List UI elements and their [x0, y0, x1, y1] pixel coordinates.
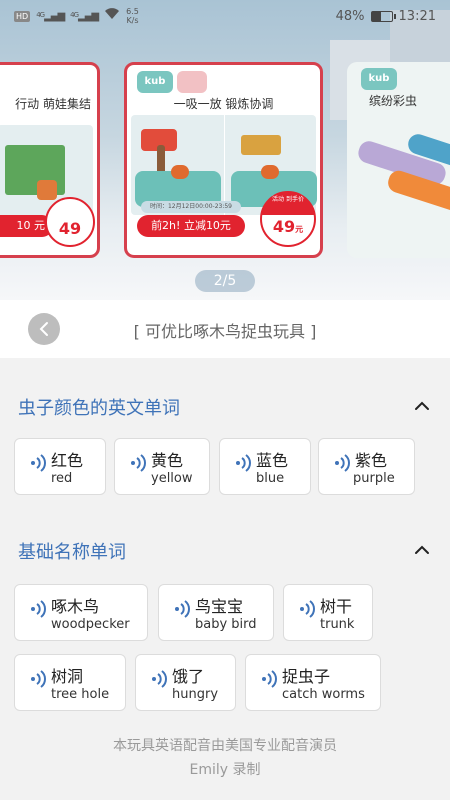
word-english: tree hole — [51, 687, 110, 702]
status-left: HD 4G▂▄▆ 4G▂▄▆ 6.5 K/s — [14, 7, 139, 25]
hammer-toy — [37, 180, 57, 200]
banner-card-main[interactable]: kub 一吸一放 锻炼协调 时间：12月12日00:00-23:59 前2h! … — [124, 62, 323, 258]
word-chip[interactable]: 树干 trunk — [283, 584, 373, 641]
word-english: blue — [256, 471, 285, 486]
word-english: red — [51, 471, 73, 486]
signal-icon: 4G▂▄▆ — [36, 10, 65, 22]
banner-card-cta[interactable]: 前2h! 立减10元 — [137, 215, 245, 237]
sound-wave-icon — [335, 454, 350, 472]
section-title: 虫子颜色的英文单词 — [18, 398, 180, 419]
battery-fill — [371, 11, 382, 21]
price-badge: 活动 到手价 49元 — [260, 191, 316, 247]
credits-footer: 本玩具英语配音由美国专业配音演员 Emily 录制 — [0, 734, 450, 782]
word-chinese: 树洞 — [51, 667, 84, 686]
word-chinese: 树干 — [320, 597, 353, 616]
word-english: purple — [353, 471, 395, 486]
bird-toy — [261, 165, 279, 179]
sound-wave-icon — [31, 600, 46, 618]
banner-card-right[interactable]: kub 缤纷彩虫 — [347, 62, 450, 258]
word-chip[interactable]: 鸟宝宝 baby bird — [158, 584, 274, 641]
credits-line: 本玩具英语配音由美国专业配音演员 — [113, 738, 337, 754]
banner-card-title: 一吸一放 锻炼协调 — [173, 97, 274, 111]
sound-wave-icon — [31, 670, 46, 688]
word-chip[interactable]: 饿了 hungry — [135, 654, 236, 711]
credits-line: Emily 录制 — [189, 762, 261, 778]
wifi-icon — [104, 8, 120, 24]
word-chinese: 蓝色 — [256, 451, 289, 470]
brand-logo: kub — [361, 68, 397, 90]
section-title: 基础名称单词 — [18, 542, 126, 563]
word-chinese: 鸟宝宝 — [195, 597, 244, 616]
carousel-pager: 2/5 — [195, 270, 255, 292]
sound-wave-icon — [236, 454, 251, 472]
price-badge: 49 — [45, 197, 95, 247]
status-right: 48% 13:21 — [336, 9, 436, 24]
signal-icon: 4G▂▄▆ — [70, 10, 99, 22]
word-chinese: 黄色 — [151, 451, 184, 470]
status-bar: HD 4G▂▄▆ 4G▂▄▆ 6.5 K/s 48% 13:21 — [0, 0, 450, 32]
sound-wave-icon — [262, 670, 277, 688]
banner-card-title: 缤纷彩虫 — [369, 94, 418, 108]
word-english: woodpecker — [51, 617, 130, 632]
price-value: 49 — [58, 219, 82, 238]
sound-wave-icon — [175, 600, 190, 618]
brand-logo: kub — [137, 71, 173, 93]
word-chinese: 紫色 — [355, 451, 388, 470]
clock: 13:21 — [398, 8, 436, 24]
chevron-up-icon[interactable] — [414, 398, 430, 414]
section-header-basic[interactable]: 基础名称单词 — [18, 538, 438, 568]
banner-card-left[interactable]: 行动 萌娃集结 10 元 49 — [0, 62, 100, 258]
network-speed: 6.5 K/s — [126, 7, 139, 25]
word-chinese: 红色 — [51, 451, 84, 470]
price-number: 49 — [272, 217, 296, 236]
sound-wave-icon — [131, 454, 146, 472]
battery-icon — [370, 10, 396, 22]
word-english: yellow — [151, 471, 193, 486]
bird-toy — [171, 165, 189, 179]
event-time: 时间：12月12日00:00-23:59 — [141, 201, 241, 213]
banner-card-title: 行动 萌娃集结 — [15, 97, 91, 111]
hd-icon: HD — [14, 10, 31, 22]
speed-value: 6.5 — [126, 7, 139, 16]
word-chinese: 啄木鸟 — [51, 597, 100, 616]
page-title: [ 可优比啄木鸟捉虫玩具 ] — [133, 322, 317, 341]
woodpecker-toy — [241, 135, 281, 155]
battery-percent: 48% — [335, 8, 365, 24]
word-chinese: 饿了 — [172, 667, 205, 686]
partner-logo — [177, 71, 207, 93]
price-unit: 元 — [295, 225, 304, 234]
word-chip[interactable]: 蓝色 blue — [219, 438, 311, 495]
price-value: 49元 — [262, 217, 314, 236]
section-header-colors[interactable]: 虫子颜色的英文单词 — [18, 394, 438, 424]
title-bar: [ 可优比啄木鸟捉虫玩具 ] — [0, 300, 450, 358]
word-chip[interactable]: 树洞 tree hole — [14, 654, 126, 711]
word-chinese: 捉虫子 — [282, 667, 331, 686]
word-english: hungry — [172, 687, 219, 702]
speed-unit: K/s — [126, 16, 139, 25]
banner-carousel[interactable]: 行动 萌娃集结 10 元 49 kub 一吸一放 锻炼协调 时间：12月12日0… — [0, 0, 450, 300]
network-type: 4G — [70, 10, 79, 19]
word-english: baby bird — [195, 617, 257, 632]
network-type: 4G — [36, 10, 45, 19]
sound-wave-icon — [300, 600, 315, 618]
word-english: catch worms — [282, 687, 365, 702]
word-chip[interactable]: 红色 red — [14, 438, 106, 495]
chevron-up-icon[interactable] — [414, 542, 430, 558]
word-chip[interactable]: 紫色 purple — [318, 438, 415, 495]
sound-wave-icon — [152, 670, 167, 688]
word-chip[interactable]: 啄木鸟 woodpecker — [14, 584, 148, 641]
word-chip[interactable]: 黄色 yellow — [114, 438, 210, 495]
image-divider — [223, 115, 225, 215]
word-english: trunk — [320, 617, 355, 632]
word-chip[interactable]: 捉虫子 catch worms — [245, 654, 381, 711]
sound-wave-icon — [31, 454, 46, 472]
